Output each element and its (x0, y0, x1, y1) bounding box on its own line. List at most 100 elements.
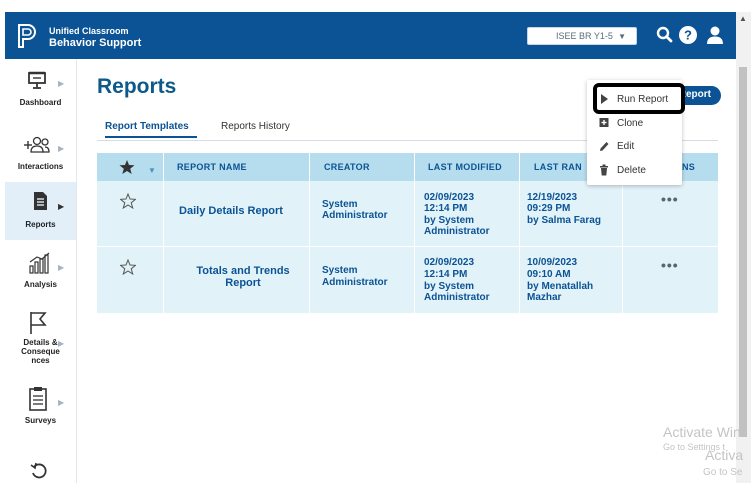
creator-line2: Administrator (322, 277, 388, 288)
caret-down-icon: ▼ (618, 32, 626, 41)
column-separator (309, 181, 310, 313)
modified-by-line2: Administrator (424, 226, 490, 237)
search-icon[interactable] (654, 24, 676, 46)
column-header-actions: NS (682, 162, 696, 172)
table-body (97, 181, 718, 313)
document-icon (34, 192, 47, 210)
sidebar-item-history[interactable] (5, 457, 76, 483)
modified-date: 02/09/2023 (424, 192, 475, 203)
page-title: Reports (97, 75, 177, 98)
creator-line2: Administrator (322, 210, 388, 221)
last-ran-date: 12/19/2023 (527, 192, 578, 203)
menu-item-delete[interactable]: Delete (587, 160, 682, 182)
pencil-icon (600, 142, 609, 151)
scroll-up-icon[interactable]: ▲ (739, 14, 747, 23)
history-icon (30, 462, 47, 479)
modified-by-line1: by System (424, 281, 475, 292)
menu-item-label: Edit (617, 141, 635, 152)
sidebar-item-label: Reports (25, 220, 56, 229)
modified-time: 12:14 PM (424, 203, 468, 214)
sidebar-item-reports[interactable]: ▶ Reports (5, 182, 76, 240)
presentation-board-icon (28, 71, 46, 89)
last-ran-by-line1: by Salma Farag (527, 215, 601, 226)
sidebar-item-details-consequences[interactable]: ▶ Details & Conseque nces (5, 309, 76, 371)
star-outline-icon[interactable] (120, 259, 136, 275)
scroll-thumb[interactable] (739, 67, 747, 437)
report-name-link-line1[interactable]: Totals and Trends (180, 266, 306, 277)
report-name-link-line2[interactable]: Report (180, 278, 306, 289)
column-header-creator[interactable]: CREATOR (324, 162, 370, 172)
tab-reports-history[interactable]: Reports History (221, 121, 290, 132)
top-bar: Unified Classroom Behavior Support ISEE … (5, 12, 736, 59)
user-icon[interactable] (704, 24, 726, 46)
sidebar-item-label: Analysis (24, 280, 57, 289)
flag-icon (30, 312, 47, 334)
column-separator (309, 153, 310, 181)
last-ran-time: 09:29 PM (527, 203, 571, 214)
column-separator (414, 153, 415, 181)
app-name: Unified Classroom Behavior Support (49, 25, 141, 49)
column-header-last-ran[interactable]: LAST RAN (534, 162, 582, 172)
sidebar-item-label: Dashboard (19, 98, 62, 107)
sidebar: ▶ Dashboard ▶ Interactions ▶ Reports ▶ A… (5, 59, 77, 483)
chevron-right-icon: ▶ (58, 263, 65, 272)
column-header-last-modified[interactable]: LAST MODIFIED (428, 162, 502, 172)
sidebar-item-dashboard[interactable]: ▶ Dashboard (5, 61, 76, 117)
sidebar-item-analysis[interactable]: ▶ Analysis (5, 248, 76, 304)
activation-watermark-line1: Activate Win (663, 424, 741, 440)
sidebar-item-label-line3: nces (31, 356, 50, 365)
activation-watermark-line4: Go to Se (703, 467, 743, 478)
trash-icon (600, 164, 608, 176)
creator-line1: System (322, 199, 358, 210)
menu-item-label: Clone (617, 118, 644, 129)
modified-date: 02/09/2023 (424, 257, 475, 268)
column-separator (519, 153, 520, 181)
app-name-line1: Unified Classroom (49, 26, 129, 36)
active-tab-indicator (105, 136, 197, 138)
app-name-line2: Behavior Support (49, 37, 142, 49)
sidebar-item-label-line2: Conseque (21, 347, 60, 356)
menu-item-clone[interactable]: Clone (587, 113, 682, 135)
vertical-scrollbar[interactable]: ▲ (736, 12, 751, 483)
last-ran-by-line2: Mazhar (527, 292, 562, 303)
more-options-icon[interactable]: ••• (661, 257, 679, 273)
sidebar-item-surveys[interactable]: ▶ Surveys (5, 383, 76, 439)
sidebar-item-interactions[interactable]: ▶ Interactions (5, 127, 76, 183)
row-separator (97, 246, 718, 247)
bar-chart-icon (29, 252, 50, 274)
star-filled-icon[interactable] (119, 159, 135, 175)
menu-item-edit[interactable]: Edit (587, 136, 682, 158)
sidebar-item-label: Details & (23, 338, 58, 347)
last-ran-by-line1: by Menatallah (527, 281, 594, 292)
column-separator (163, 181, 164, 313)
tab-report-templates[interactable]: Report Templates (105, 121, 189, 132)
more-options-icon[interactable]: ••• (661, 191, 679, 207)
sidebar-item-label: Interactions (17, 162, 64, 171)
last-ran-time: 09:10 AM (527, 269, 571, 280)
school-selector[interactable]: ISEE BR Y1-5 ▼ (527, 27, 637, 45)
powerschool-logo-icon (18, 24, 36, 48)
star-outline-icon[interactable] (120, 193, 136, 209)
menu-item-label: Delete (617, 165, 646, 176)
creator-line1: System (322, 265, 358, 276)
activation-watermark-line3: Activa (705, 447, 744, 463)
chevron-right-icon: ▶ (58, 202, 65, 211)
chevron-right-icon: ▶ (58, 144, 65, 153)
clipboard-icon (29, 387, 47, 411)
column-header-report-name[interactable]: REPORT NAME (177, 162, 247, 172)
last-ran-date: 10/09/2023 (527, 257, 578, 268)
modified-by-line1: by System (424, 215, 475, 226)
modified-time: 12:14 PM (424, 269, 468, 280)
help-icon[interactable]: ? (677, 24, 699, 46)
svg-text:?: ? (684, 28, 692, 43)
column-separator (622, 181, 623, 313)
chevron-right-icon: ▶ (58, 398, 65, 407)
report-name-link[interactable]: Daily Details Report (168, 206, 294, 217)
run-report-highlight (593, 83, 685, 114)
sort-caret-icon[interactable]: ▼ (148, 166, 156, 175)
chevron-right-icon: ▶ (58, 79, 65, 88)
column-separator (519, 181, 520, 313)
clone-icon (599, 118, 609, 127)
sidebar-item-label: Surveys (24, 416, 57, 425)
column-separator (163, 153, 164, 181)
